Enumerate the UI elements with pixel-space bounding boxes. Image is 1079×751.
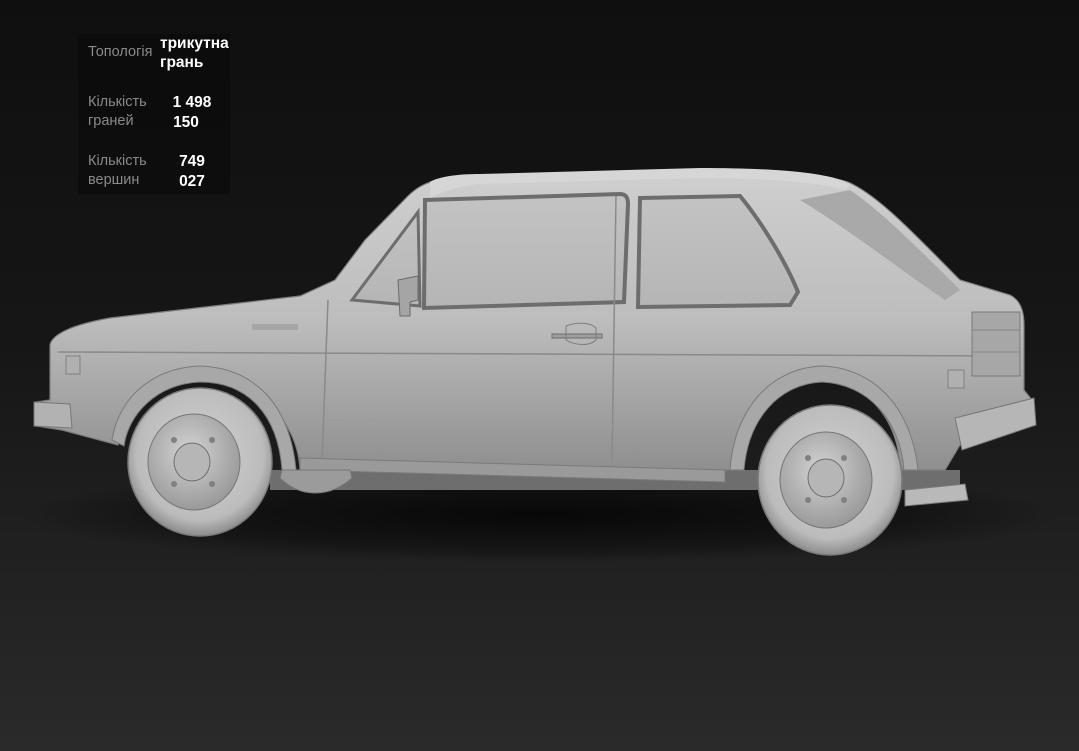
side-marker-front xyxy=(65,355,81,375)
faces-value-line2: 150 xyxy=(173,114,199,131)
faces-label-line1: Кількість xyxy=(88,94,147,110)
vertices-value-line1: 749 xyxy=(179,153,205,170)
front-bumper xyxy=(33,401,73,429)
topology-value-line2: грань xyxy=(160,54,204,71)
vertices-value-line2: 027 xyxy=(179,173,205,190)
vertices-label-line2: вершин xyxy=(88,172,140,188)
tail-light xyxy=(971,311,1021,377)
model-stats-panel: Топологія трикутна грань Кількість гране… xyxy=(78,34,230,194)
door-handle xyxy=(551,333,603,339)
front-wheel xyxy=(127,387,273,537)
side-marker-rear xyxy=(947,369,965,389)
rear-wheel xyxy=(757,404,903,556)
model-viewport[interactable]: Топологія трикутна грань Кількість гране… xyxy=(0,0,1079,751)
topology-value-line1: трикутна xyxy=(160,35,229,52)
vertices-label-line1: Кількість xyxy=(88,153,147,169)
faces-label-line2: граней xyxy=(88,113,134,129)
badge-emblem xyxy=(252,324,298,330)
topology-label: Топологія xyxy=(88,44,153,60)
front-window xyxy=(421,191,631,311)
faces-value-line1: 1 498 xyxy=(172,94,212,111)
